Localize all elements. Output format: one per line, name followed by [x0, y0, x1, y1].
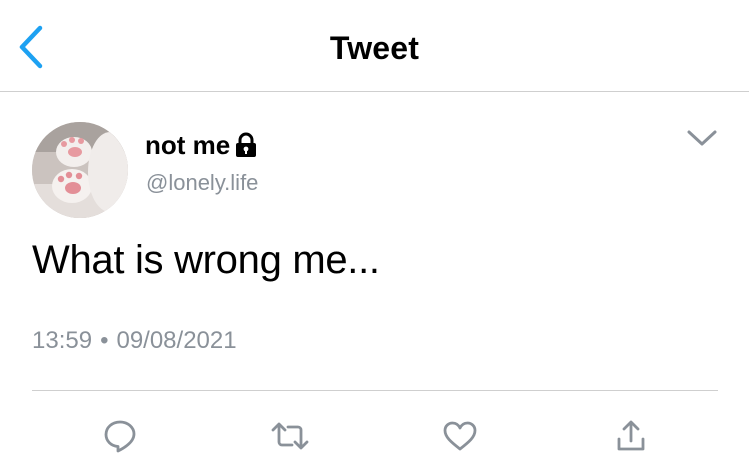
- user-handle[interactable]: @lonely.life: [146, 170, 258, 196]
- display-name: not me: [145, 129, 231, 160]
- chevron-down-icon: [687, 130, 717, 146]
- cat-paws-avatar-image: [32, 122, 128, 218]
- tweet-menu-button[interactable]: [682, 124, 722, 152]
- avatar[interactable]: [32, 122, 128, 218]
- share-icon: [617, 420, 645, 451]
- lock-icon: [236, 132, 257, 157]
- top-bar: Tweet: [0, 0, 749, 92]
- like-icon: [443, 421, 477, 451]
- tweet-date: 09/08/2021: [116, 327, 237, 354]
- tweet-timestamp: 13:59 • 09/08/2021: [32, 327, 237, 355]
- reply-button[interactable]: [100, 416, 140, 456]
- author-name[interactable]: not me: [145, 128, 258, 162]
- divider: [32, 390, 718, 391]
- retweet-icon: [271, 422, 309, 450]
- reply-icon: [104, 420, 136, 453]
- tweet-text: What is wrong me...: [32, 238, 380, 282]
- tweet-time: 13:59: [32, 327, 93, 354]
- share-button[interactable]: [611, 416, 651, 456]
- meta-separator: •: [100, 327, 109, 354]
- page-title: Tweet: [329, 30, 420, 66]
- retweet-button[interactable]: [270, 416, 310, 456]
- like-button[interactable]: [440, 416, 480, 456]
